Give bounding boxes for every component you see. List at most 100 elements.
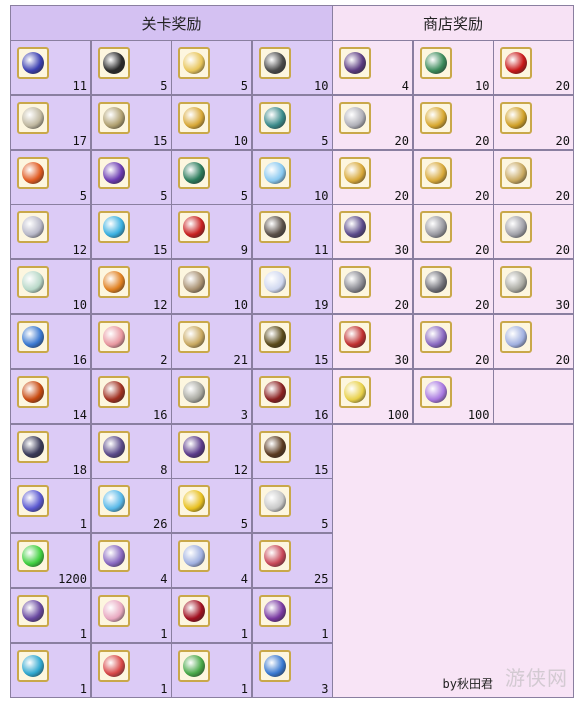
icon-glyph — [102, 545, 125, 568]
reward-quantity: 11 — [314, 243, 329, 258]
reward-quantity: 1 — [79, 681, 87, 696]
level-rewards-header: 关卡奖励 — [10, 5, 333, 41]
icon-glyph — [505, 52, 527, 74]
gold-figure-icon — [500, 101, 532, 134]
reward-cell: 25 — [251, 533, 333, 589]
reward-cell: 4 — [90, 533, 172, 589]
reward-quantity: 20 — [475, 353, 490, 367]
reward-quantity: 30 — [394, 243, 409, 258]
silver-chain-icon — [339, 101, 371, 134]
gold-card-icon — [339, 375, 371, 408]
icon-glyph — [22, 435, 44, 458]
reward-quantity: 25 — [314, 572, 329, 587]
icon-glyph — [344, 52, 366, 74]
green-key-icon — [178, 649, 210, 682]
blue-lantern-icon — [97, 211, 130, 244]
reward-cell: 20 — [493, 94, 574, 150]
icon-glyph — [102, 216, 125, 239]
silver-apple-icon — [258, 485, 291, 518]
icon-glyph — [505, 216, 527, 239]
reward-cell: 10 — [412, 40, 494, 95]
reward-cell: 3 — [251, 642, 333, 698]
reward-quantity: 5 — [240, 79, 248, 93]
reward-quantity: 19 — [314, 298, 329, 313]
reward-cell: 9 — [171, 204, 252, 260]
reward-quantity: 20 — [394, 188, 409, 203]
reward-quantity: 5 — [321, 517, 329, 532]
empty-cell — [493, 368, 574, 424]
reward-cell: 10 — [171, 259, 252, 315]
red-quill-icon — [339, 321, 371, 353]
reward-cell: 30 — [332, 314, 413, 369]
icon-glyph — [505, 106, 527, 129]
reward-cell: 17 — [10, 94, 91, 150]
icon-glyph — [505, 326, 527, 348]
gold-idol-icon — [339, 156, 371, 189]
icon-glyph — [102, 380, 125, 403]
reward-cell: 5 — [171, 478, 252, 534]
reward-quantity: 5 — [160, 79, 168, 93]
crescent-blade-icon — [339, 211, 371, 244]
reward-quantity: 1200 — [58, 572, 87, 587]
gold-apple-icon — [178, 485, 210, 518]
reward-cell: 1 — [251, 588, 333, 643]
reward-quantity: 16 — [314, 407, 329, 422]
blue-feather-icon — [17, 321, 49, 353]
icon-glyph — [183, 490, 205, 513]
reward-quantity: 20 — [555, 133, 570, 148]
rainbow-star-icon — [97, 485, 130, 518]
reward-cell: 21 — [171, 314, 252, 369]
reward-quantity: 20 — [555, 243, 570, 258]
icon-glyph — [344, 380, 366, 403]
reward-quantity: 5 — [321, 133, 329, 148]
gold-lamp-icon — [419, 156, 452, 189]
reward-cell: 15 — [251, 314, 333, 369]
icon-glyph — [22, 106, 44, 129]
silver-leaf-icon — [500, 266, 532, 299]
icon-glyph — [102, 271, 125, 294]
silver-leaf-icon — [178, 375, 210, 408]
reward-quantity: 1 — [79, 517, 87, 532]
icon-glyph — [344, 326, 366, 348]
icon-glyph — [344, 271, 366, 294]
icon-glyph — [263, 216, 286, 239]
reward-quantity: 16 — [72, 353, 87, 367]
silver-statue-icon — [419, 211, 452, 244]
flame-branch-icon — [17, 375, 49, 408]
silver-figure-icon — [500, 211, 532, 244]
crescent-blade-icon — [97, 430, 130, 463]
reward-quantity: 4 — [240, 572, 248, 587]
reward-quantity: 4 — [160, 572, 168, 587]
pink-shell-icon — [97, 321, 130, 353]
reward-quantity: 18 — [72, 462, 87, 477]
reward-cell: 100 — [412, 368, 494, 424]
icon-glyph — [263, 490, 286, 513]
black-fang-icon — [97, 47, 130, 79]
icon-glyph — [22, 654, 44, 677]
blue-gem-icon — [17, 47, 49, 79]
reward-cell: 20 — [493, 149, 574, 205]
rare-card-icon — [258, 540, 291, 573]
silver-idol-icon — [339, 266, 371, 299]
reward-quantity: 26 — [153, 517, 168, 532]
reward-quantity: 1 — [160, 681, 168, 696]
reward-quantity: 20 — [555, 79, 570, 93]
shop-rewards-header: 商店奖励 — [332, 5, 574, 41]
reward-quantity: 11 — [72, 79, 87, 93]
reward-cell: 15 — [90, 204, 172, 260]
stone-cluster-icon — [178, 266, 210, 299]
icon-glyph — [102, 106, 125, 129]
reward-quantity: 5 — [240, 517, 248, 532]
reward-cell: 4 — [332, 40, 413, 95]
reward-cell: 11 — [10, 40, 91, 95]
reward-quantity: 12 — [233, 462, 248, 477]
reward-cell: 10 — [251, 40, 333, 95]
phoenix-feather-icon — [17, 156, 49, 189]
reward-quantity: 20 — [394, 133, 409, 148]
reward-cell: 11 — [251, 204, 333, 260]
reward-quantity: 5 — [79, 188, 87, 203]
servant-card-icon — [97, 540, 130, 573]
reward-cell: 5 — [90, 40, 172, 95]
reward-cell: 20 — [332, 259, 413, 315]
reward-quantity: 100 — [467, 407, 490, 422]
